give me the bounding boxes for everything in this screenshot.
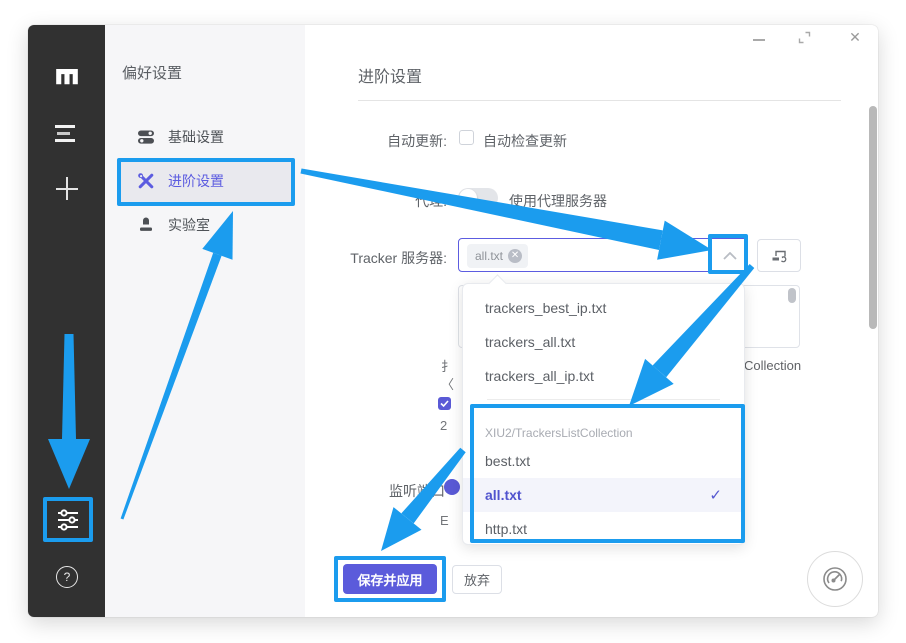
sidebar-item-lab[interactable]: 实验室	[117, 203, 295, 247]
dropdown-option[interactable]: trackers_all.txt	[463, 325, 744, 359]
minimize-button[interactable]	[752, 33, 766, 47]
page-title: 进阶设置	[358, 63, 422, 87]
maximize-icon	[798, 31, 811, 44]
annotation-box-chevron	[708, 234, 748, 274]
add-task-icon[interactable]	[56, 177, 78, 200]
discard-label: 放弃	[464, 570, 490, 589]
task-list-icon[interactable]	[55, 125, 75, 143]
auto-update-label: 自动更新:	[287, 131, 447, 151]
lab-icon	[137, 216, 155, 234]
annotation-box-advanced-menu	[117, 158, 295, 206]
textarea-scrollbar-thumb[interactable]	[788, 288, 796, 303]
option-label: trackers_all_ip.txt	[485, 368, 594, 384]
plus-horizontal	[56, 188, 78, 190]
sidebar-item-basic-settings[interactable]: 基础设置	[117, 115, 295, 159]
sync-trackers-icon	[771, 248, 788, 263]
task-list-line	[55, 125, 75, 128]
selected-tracker-tag: all.txt ✕	[467, 244, 528, 268]
tag-label: all.txt	[475, 249, 503, 263]
occluded-toggle-fragment	[444, 479, 460, 495]
proxy-label: 代理:	[287, 191, 447, 211]
occluded-fragment: 〈	[441, 374, 454, 393]
proxy-toggle[interactable]	[458, 188, 498, 208]
preferences-panel	[105, 25, 305, 617]
title-divider	[358, 100, 841, 101]
task-list-line	[55, 139, 75, 142]
speedometer-icon	[820, 564, 850, 594]
close-icon: ✕	[849, 29, 861, 46]
help-glyph: ?	[64, 570, 71, 584]
screenshot-stage: ? 偏好设置 基础设置 进阶设置	[0, 0, 906, 643]
option-label: trackers_best_ip.txt	[485, 300, 606, 316]
tracker-server-label: Tracker 服务器:	[287, 248, 447, 268]
task-list-line	[57, 132, 70, 135]
minimize-icon	[753, 39, 765, 41]
tag-close-icon[interactable]: ✕	[508, 249, 522, 263]
help-icon[interactable]: ?	[56, 566, 78, 588]
discard-button[interactable]: 放弃	[452, 565, 502, 594]
basic-settings-icon	[137, 128, 155, 146]
toggle-knob	[459, 189, 477, 207]
motrix-logo-icon	[53, 63, 81, 89]
sidebar-item-label: 基础设置	[168, 127, 224, 147]
hint-text-tail: Collection	[744, 358, 801, 373]
dropdown-divider	[487, 399, 720, 400]
occluded-fragment: 2	[440, 418, 447, 433]
annotation-box-save-button	[334, 556, 446, 602]
annotation-box-settings-icon	[43, 497, 93, 542]
listen-port-label: 监听端口	[285, 481, 445, 501]
speed-limit-button[interactable]	[807, 551, 863, 607]
tracker-select-input[interactable]: all.txt ✕	[458, 238, 748, 272]
close-button[interactable]: ✕	[847, 29, 863, 45]
option-label: trackers_all.txt	[485, 334, 575, 350]
sync-trackers-button[interactable]	[757, 239, 801, 272]
occluded-fragment: 扌	[441, 356, 454, 375]
main-scrollbar-thumb[interactable]	[869, 106, 877, 329]
maximize-button[interactable]	[796, 29, 812, 45]
annotation-box-dropdown-group	[470, 404, 745, 543]
sidebar-item-label: 实验室	[168, 215, 210, 235]
auto-update-checkbox[interactable]	[459, 130, 474, 145]
prefs-panel-title: 偏好设置	[122, 62, 182, 83]
app-window: ? 偏好设置 基础设置 进阶设置	[28, 25, 878, 617]
check-glyph	[438, 397, 451, 410]
auto-update-checkbox-label[interactable]: 自动检查更新	[483, 131, 567, 151]
occluded-fragment: E	[440, 513, 449, 528]
proxy-toggle-label: 使用代理服务器	[509, 191, 607, 211]
dropdown-option[interactable]: trackers_all_ip.txt	[463, 359, 744, 393]
dropdown-option[interactable]: trackers_best_ip.txt	[463, 291, 744, 325]
occluded-checkbox-fragment	[438, 397, 451, 410]
